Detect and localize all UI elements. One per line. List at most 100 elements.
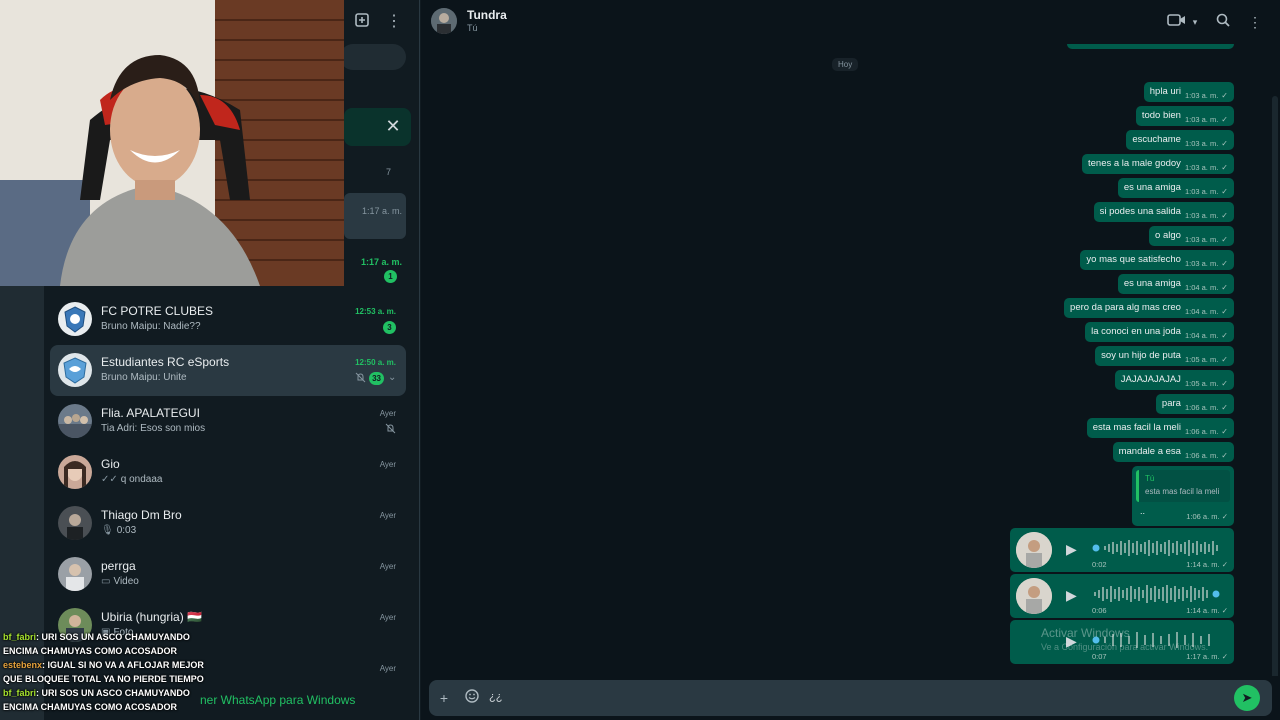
message-bubble[interactable]: mandale a esa 1:06 a. m. ✓	[1112, 442, 1234, 462]
chat-name: FC POTRE CLUBES	[101, 304, 214, 318]
message-text: para	[1161, 398, 1181, 409]
chat-preview: Tia Adri: Esos son mios	[101, 423, 206, 434]
chevron-down-icon[interactable]: ▾	[1185, 12, 1205, 32]
chat-preview: ▭ Video	[101, 576, 139, 587]
attach-plus-icon[interactable]: +	[435, 689, 453, 707]
chat-preview-text: q ondaaa	[120, 474, 163, 485]
chat-time: 1:17 a. m.	[362, 206, 403, 216]
chat-time: 12:50 a. m.	[355, 358, 396, 367]
stream-chat-message: estebenx: IGUAL SI NO VA A AFLOJAR MEJOR…	[0, 658, 206, 686]
message-time: 1:06 a. m.	[1184, 451, 1219, 460]
scrollbar[interactable]	[1272, 96, 1278, 716]
chat-row[interactable]: Gio ✓✓ q ondaaa Ayer	[50, 447, 406, 498]
date-separator: Hoy	[832, 58, 859, 71]
chat-row[interactable]: Flia. APALATEGUI Tia Adri: Esos son mios…	[50, 396, 406, 447]
unread-badge: 1	[384, 270, 397, 283]
promo-link[interactable]: ner WhatsApp para Windows	[200, 693, 355, 707]
message-time: 1:03 a. m.	[1184, 139, 1219, 148]
message-input[interactable]: + ¿¿ ➤	[429, 680, 1272, 716]
message-bubble[interactable]: la conoci en una joda 1:04 a. m. ✓	[1085, 322, 1234, 342]
check-icon: ✓	[1221, 606, 1228, 615]
check-icon: ✓	[1221, 403, 1228, 412]
chat-row[interactable]: perrga ▭ Video Ayer	[50, 549, 406, 600]
message-time: 1:14 a. m. ✓	[1186, 560, 1228, 569]
search-input[interactable]	[340, 44, 406, 70]
chat-row[interactable]: FC POTRE CLUBES Bruno Maipu: Nadie?? 12:…	[50, 294, 406, 345]
avatar[interactable]	[431, 8, 457, 34]
message-composer: + ¿¿ ➤	[421, 676, 1280, 720]
check-icon: ✓	[1221, 163, 1228, 172]
check-icon: ✓	[1221, 560, 1228, 569]
message-bubble[interactable]: hpla uri 1:03 a. m. ✓	[1143, 82, 1234, 102]
quoted-text: esta mas facil la meli	[1145, 487, 1220, 496]
message-time: 1:03 a. m.	[1184, 259, 1219, 268]
chat-row[interactable]: Thiago Dm Bro 🎙 0:03 Ayer	[50, 498, 406, 549]
message-bubble[interactable]: es una amiga 1:03 a. m. ✓	[1117, 178, 1234, 198]
waveform[interactable]	[1092, 538, 1222, 558]
message-input-text: ¿¿	[489, 691, 503, 703]
message-time: 1:03 a. m.	[1184, 187, 1219, 196]
quoted-message[interactable]: Tú esta mas facil la meli	[1136, 470, 1230, 502]
message-bubble[interactable]: o algo 1:03 a. m. ✓	[1149, 226, 1234, 246]
message-bubble[interactable]: todo bien 1:03 a. m. ✓	[1135, 106, 1234, 126]
message-time: 1:06 a. m.	[1184, 403, 1219, 412]
message-text: esta mas facil la meli	[1092, 422, 1181, 433]
message-time: 1:04 a. m.	[1184, 331, 1219, 340]
message-bubble[interactable]: pero da para alg mas creo 1:04 a. m. ✓	[1064, 298, 1234, 318]
notification-banner: ✕	[344, 108, 411, 146]
chat-preview: Bruno Maipu: Nadie??	[101, 321, 201, 332]
message-bubble[interactable]: escuchame 1:03 a. m. ✓	[1126, 130, 1234, 150]
new-chat-icon[interactable]	[352, 12, 372, 32]
chat-time: Ayer	[379, 613, 396, 622]
chat-name: Gio	[101, 457, 120, 471]
chevron-down-icon[interactable]: ⌄	[388, 372, 400, 384]
message-time-text: 1:14 a. m.	[1186, 560, 1220, 569]
message-list: Hoy hpla uri 1:03 a. m. ✓ todo bien 1:03 a.…	[421, 44, 1280, 716]
message-time: 1:14 a. m. ✓	[1186, 606, 1228, 615]
check-icon: ✓	[1221, 235, 1228, 244]
chat-name: Ubiria (hungria) 🇭🇺	[101, 610, 202, 624]
list-item[interactable]	[344, 193, 406, 239]
unread-badge: 3	[383, 321, 396, 334]
contact-name[interactable]: Tundra	[467, 8, 507, 22]
close-icon[interactable]: ✕	[383, 116, 403, 136]
voice-note[interactable]: ▶ 0:02 1:14 a. m. ✓	[1010, 528, 1234, 572]
menu-icon[interactable]: ⋮	[384, 12, 404, 32]
check-icon: ✓	[1221, 283, 1228, 292]
waveform[interactable]	[1092, 584, 1222, 604]
windows-activation-watermark: Activar Windows	[1041, 626, 1130, 640]
message-bubble[interactable]: JAJAJAJAJAJ 1:05 a. m. ✓	[1114, 370, 1234, 390]
check-icon: ✓	[1221, 115, 1228, 124]
play-icon[interactable]: ▶	[1066, 540, 1080, 558]
message-bubble[interactable]: soy un hijo de puta 1:05 a. m. ✓	[1095, 346, 1234, 366]
message-bubble[interactable]: para 1:06 a. m. ✓	[1155, 394, 1234, 414]
unread-badge: 33	[369, 372, 384, 385]
menu-icon[interactable]: ⋮	[1245, 12, 1265, 32]
play-icon[interactable]: ▶	[1066, 586, 1080, 604]
check-icon: ✓	[1221, 652, 1228, 661]
muted-icon	[354, 372, 366, 384]
voice-note[interactable]: ▶ 0:06 1:14 a. m. ✓	[1010, 574, 1234, 618]
stream-chat-message: bf_fabri: URI SOS UN ASCO CHAMUYANDO ENC…	[0, 630, 206, 658]
video-call-icon[interactable]	[1167, 12, 1187, 32]
message-text: es una amiga	[1123, 182, 1181, 193]
avatar	[58, 557, 92, 591]
message-bubble[interactable]: tenes a la male godoy 1:03 a. m. ✓	[1081, 154, 1234, 174]
avatar	[58, 506, 92, 540]
chat-row[interactable]: Estudiantes RC eSports Bruno Maipu: Unit…	[50, 345, 406, 396]
message-bubble[interactable]: esta mas facil la meli 1:06 a. m. ✓	[1086, 418, 1234, 438]
send-button[interactable]: ➤	[1234, 685, 1260, 711]
check-icon: ✓	[1221, 355, 1228, 364]
message-bubble[interactable]: yo mas que satisfecho 1:03 a. m. ✓	[1080, 250, 1234, 270]
message-time-text: 1:17 a. m.	[1186, 652, 1220, 661]
double-check-icon: ✓✓	[101, 474, 118, 485]
message-time: 1:03 a. m.	[1184, 235, 1219, 244]
search-icon[interactable]	[1213, 12, 1233, 32]
avatar	[58, 455, 92, 489]
emoji-icon[interactable]	[463, 689, 481, 707]
message-bubble[interactable]: es una amiga 1:04 a. m. ✓	[1117, 274, 1234, 294]
conversation-header[interactable]: Tundra Tú ▾ ⋮	[421, 0, 1280, 44]
check-icon: ✓	[1221, 91, 1228, 100]
reply-message-bubble[interactable]: Tú esta mas facil la meli .. 1:06 a. m. …	[1132, 466, 1234, 526]
message-bubble[interactable]: si podes una salida 1:03 a. m. ✓	[1093, 202, 1234, 222]
